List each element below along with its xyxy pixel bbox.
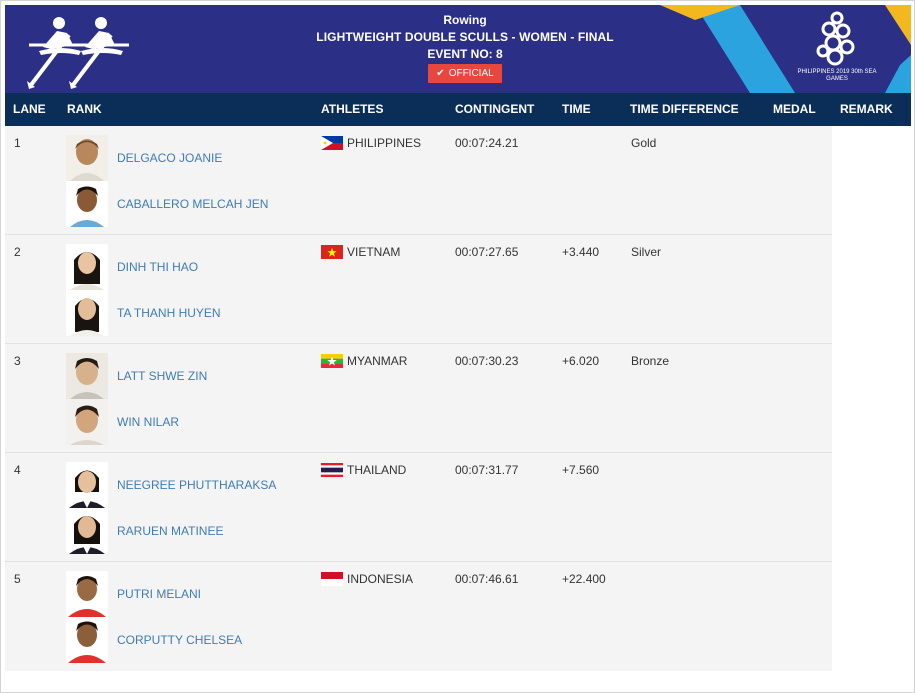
rowing-icon: [27, 17, 129, 89]
column-contingent: CONTINGENT: [455, 102, 535, 116]
athlete-name[interactable]: CABALLERO MELCAH JEN: [117, 197, 268, 211]
contingent: VIETNAM: [321, 245, 400, 259]
column-medal: MEDAL: [773, 102, 816, 116]
athlete-photo: [66, 462, 108, 508]
athlete-photo: [66, 353, 108, 399]
flag-thailand-icon: [321, 463, 343, 477]
event-banner: Rowing LIGHTWEIGHT DOUBLE SCULLS - WOMEN…: [5, 5, 911, 93]
athlete-name[interactable]: NEEGREE PHUTTHARAKSA: [117, 478, 276, 492]
finish-time: 00:07:30.23: [455, 354, 519, 368]
athlete-name[interactable]: TA THANH HUYEN: [117, 306, 221, 320]
athlete-entry[interactable]: PUTRI MELANI: [66, 571, 306, 617]
athlete-entry[interactable]: TA THANH HUYEN: [66, 290, 306, 336]
contingent-name: THAILAND: [347, 463, 407, 477]
column-time-difference: TIME DIFFERENCE: [630, 102, 739, 116]
athlete-name[interactable]: PUTRI MELANI: [117, 587, 201, 601]
medal: Bronze: [631, 354, 670, 368]
column-rank: RANK: [67, 102, 102, 116]
column-lane: LANE: [13, 102, 46, 116]
event-heading: Rowing LIGHTWEIGHT DOUBLE SCULLS - WOMEN…: [255, 13, 675, 83]
results-page: Rowing LIGHTWEIGHT DOUBLE SCULLS - WOMEN…: [0, 0, 915, 693]
games-logo-text: PHILIPPINES 2019 30th SEA GAMES: [797, 69, 877, 82]
athlete-name[interactable]: DELGACO JOANIE: [117, 151, 222, 165]
finish-time: 00:07:24.21: [455, 136, 519, 150]
athlete-entry[interactable]: CABALLERO MELCAH JEN: [66, 181, 306, 227]
contingent-name: VIETNAM: [347, 245, 401, 259]
athlete-entry[interactable]: RARUEN MATINEE: [66, 508, 306, 554]
check-icon: ✔: [436, 68, 445, 79]
athlete-name[interactable]: WIN NILAR: [117, 415, 179, 429]
contingent: PHILIPPINES: [321, 136, 421, 150]
medal: Silver: [631, 245, 662, 259]
athlete-photo: [66, 571, 108, 617]
contingent-name: PHILIPPINES: [347, 136, 422, 150]
athlete-entry[interactable]: WIN NILAR: [66, 399, 306, 445]
column-time: TIME: [562, 102, 591, 116]
medal: Gold: [631, 136, 657, 150]
athlete-name[interactable]: CORPUTTY CHELSEA: [117, 633, 242, 647]
column-athletes: ATHLETES: [321, 102, 384, 116]
flag-indonesia-icon: [321, 572, 343, 586]
column-remark: REMARK: [840, 102, 893, 116]
athlete-entry[interactable]: LATT SHWE ZIN: [66, 353, 306, 399]
results-table-body: 1 DELGACO JOANIE CABALLERO MELCAH JEN PH…: [5, 126, 832, 671]
flag-philippines-icon: [321, 136, 343, 150]
lane-number: 3: [14, 354, 21, 368]
official-status-badge: ✔ OFFICIAL: [428, 64, 502, 83]
athlete-entry[interactable]: DINH THI HAO: [66, 244, 306, 290]
finish-time: 00:07:27.65: [455, 245, 519, 259]
athlete-name[interactable]: RARUEN MATINEE: [117, 524, 223, 538]
sport-name: Rowing: [443, 13, 487, 27]
flag-myanmar-icon: [321, 354, 343, 368]
flag-vietnam-icon: [321, 245, 343, 259]
time-difference: +3.440: [562, 245, 600, 259]
lane-number: 2: [14, 245, 21, 259]
contingent-name: INDONESIA: [347, 572, 414, 586]
athlete-entry[interactable]: CORPUTTY CHELSEA: [66, 617, 306, 663]
athlete-name[interactable]: LATT SHWE ZIN: [117, 369, 207, 383]
contingent: INDONESIA: [321, 572, 413, 586]
table-row: 3 LATT SHWE ZIN WIN NILAR MYANMAR 00:07:…: [5, 344, 832, 453]
athlete-photo: [66, 290, 108, 336]
time-difference: +7.560: [562, 463, 600, 477]
time-difference: +22.400: [562, 572, 606, 586]
athlete-photo: [66, 244, 108, 290]
status-label: OFFICIAL: [448, 68, 494, 79]
contingent-name: MYANMAR: [347, 354, 408, 368]
athlete-entry[interactable]: NEEGREE PHUTTHARAKSA: [66, 462, 306, 508]
athlete-entry[interactable]: DELGACO JOANIE: [66, 135, 306, 181]
time-difference: +6.020: [562, 354, 600, 368]
table-row: 4 NEEGREE PHUTTHARAKSA RARUEN MATINEE TH…: [5, 453, 832, 562]
athlete-photo: [66, 508, 108, 554]
athlete-photo: [66, 399, 108, 445]
athlete-name[interactable]: DINH THI HAO: [117, 260, 198, 274]
lane-number: 1: [14, 136, 21, 150]
finish-time: 00:07:31.77: [455, 463, 519, 477]
lane-number: 4: [14, 463, 21, 477]
table-row: 1 DELGACO JOANIE CABALLERO MELCAH JEN PH…: [5, 126, 832, 235]
finish-time: 00:07:46.61: [455, 572, 519, 586]
table-row: 5 PUTRI MELANI CORPUTTY CHELSEA INDONESI…: [5, 562, 832, 671]
athlete-photo: [66, 135, 108, 181]
contingent: MYANMAR: [321, 354, 407, 368]
results-table-header: LANE RANK ATHLETES CONTINGENT TIME TIME …: [5, 93, 911, 126]
event-number: EVENT NO: 8: [427, 47, 503, 61]
table-row: 2 DINH THI HAO TA THANH HUYEN VIETNAM 00…: [5, 235, 832, 344]
athlete-photo: [66, 617, 108, 663]
athlete-photo: [66, 181, 108, 227]
lane-number: 5: [14, 572, 21, 586]
event-title: LIGHTWEIGHT DOUBLE SCULLS - WOMEN - FINA…: [316, 30, 614, 44]
contingent: THAILAND: [321, 463, 406, 477]
